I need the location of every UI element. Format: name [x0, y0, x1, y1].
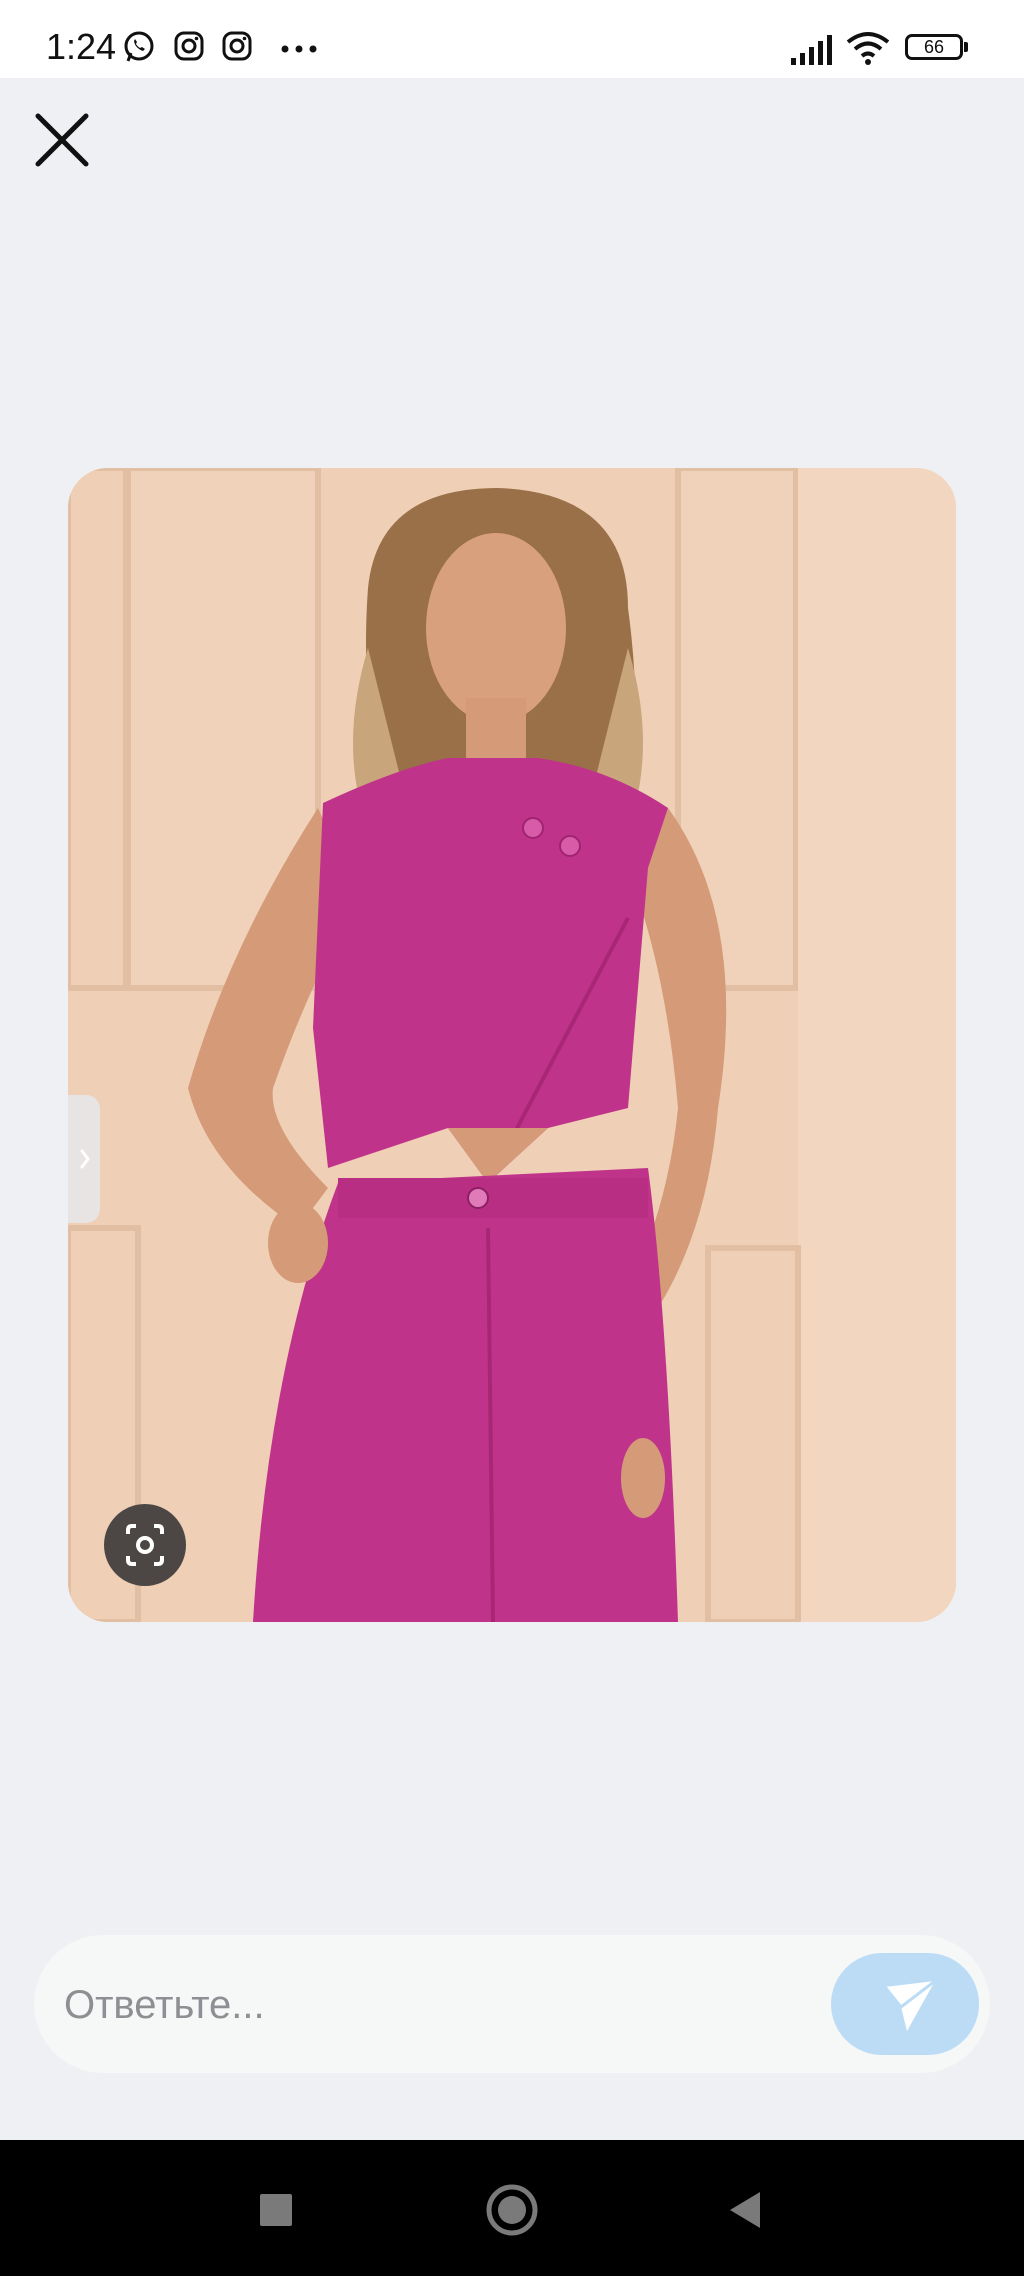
reply-bar [34, 1935, 990, 2075]
close-icon[interactable] [34, 112, 90, 168]
instagram-icon [174, 31, 204, 61]
story-photo[interactable] [68, 468, 956, 1622]
lens-button[interactable] [104, 1504, 186, 1586]
lens-icon [126, 1524, 164, 1566]
whatsapp-icon [124, 31, 154, 62]
status-bar: 1:24 66 [0, 0, 1024, 78]
photo-image [68, 468, 956, 1622]
signal-icon [791, 35, 832, 65]
recents-square-icon[interactable] [248, 2182, 304, 2238]
battery-level: 66 [923, 37, 945, 57]
reply-input[interactable] [62, 1935, 826, 2075]
navigation-bar [0, 2140, 1024, 2276]
battery-indicator: 66 [905, 34, 963, 60]
status-time: 1:24 [46, 26, 117, 67]
back-triangle-icon[interactable] [718, 2182, 774, 2238]
more-dots-icon [281, 45, 317, 53]
home-circle-icon[interactable] [484, 2182, 540, 2238]
send-icon [883, 1979, 936, 2031]
wifi-icon [846, 32, 890, 65]
next-handle[interactable] [68, 1095, 100, 1223]
chevron-right-icon [80, 1149, 90, 1169]
send-button[interactable] [831, 1953, 979, 2055]
battery-cap [964, 42, 968, 52]
instagram-icon [222, 31, 252, 61]
